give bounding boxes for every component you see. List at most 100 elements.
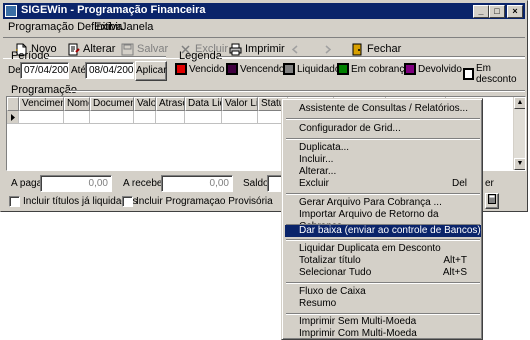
devolvido-swatch bbox=[404, 63, 416, 75]
alterar-label: Alterar bbox=[83, 43, 116, 55]
col-data-liq[interactable]: Data Liq bbox=[185, 97, 222, 111]
incluir-liquidados-label[interactable]: Incluir títulos já liquidados bbox=[23, 196, 138, 207]
incluir-provisoria-checkbox[interactable] bbox=[122, 196, 133, 207]
cell-nome[interactable] bbox=[64, 111, 90, 124]
programacao-divider bbox=[69, 90, 525, 92]
calculator-button[interactable] bbox=[485, 193, 499, 209]
window-title: SIGEWin - Programação Financeira bbox=[21, 4, 206, 16]
menu-item-imprimir-sem-multimoeda[interactable]: Imprimir Sem Multi-Moeda bbox=[285, 316, 481, 328]
menu-item-totalizar[interactable]: Totalizar título Alt+T bbox=[285, 255, 481, 267]
save-icon bbox=[121, 43, 134, 55]
menu-item-dar-baixa[interactable]: Dar baixa (enviar ao controle de Bancos) bbox=[285, 225, 481, 237]
em-cobranca-label: Em cobrança bbox=[351, 63, 410, 75]
periodo-divider bbox=[46, 56, 166, 58]
cell-vencimento[interactable] bbox=[19, 111, 64, 124]
vencendo-label: Vencendo bbox=[240, 63, 285, 75]
devolvido-label: Devolvido bbox=[418, 63, 462, 75]
table-row[interactable] bbox=[7, 111, 288, 124]
menu-item-label: Resumo bbox=[299, 298, 337, 309]
de-label: De bbox=[8, 65, 21, 76]
legenda-divider bbox=[219, 56, 525, 58]
menu-item-label: Imprimir Sem Multi-Moeda bbox=[299, 316, 417, 327]
menu-item-shortcut: Alt+S bbox=[442, 267, 467, 278]
menu-item-label: Dar baixa (enviar ao controle de Bancos) bbox=[299, 225, 481, 236]
close-button[interactable]: × bbox=[507, 5, 523, 18]
menu-item-alterar[interactable]: Alterar... bbox=[285, 166, 481, 178]
arrow-left-icon bbox=[291, 44, 298, 54]
fechar-label: Fechar bbox=[367, 43, 402, 55]
menu-janela[interactable]: Janela bbox=[121, 21, 153, 33]
ate-label: Até bbox=[71, 65, 87, 76]
date-from-input[interactable]: 07/04/2002 bbox=[20, 62, 69, 79]
menu-item-resumo[interactable]: Resumo bbox=[285, 298, 481, 310]
minimize-button[interactable]: _ bbox=[473, 5, 489, 18]
vencido-label: Vencido bbox=[189, 63, 225, 75]
menu-item-importar-retorno[interactable]: Importar Arquivo de Retorno da Cobrança … bbox=[285, 209, 481, 232]
menu-item-gerar-arquivo[interactable]: Gerar Arquivo Para Cobrança ... bbox=[285, 197, 481, 209]
menu-item-assistente[interactable]: Assistente de Consultas / Relatórios... bbox=[285, 103, 481, 115]
programacao-title: Programação bbox=[11, 84, 78, 96]
app-icon bbox=[5, 5, 17, 17]
incluir-liquidados-checkbox[interactable] bbox=[9, 196, 20, 207]
current-row-arrow-icon bbox=[11, 114, 15, 121]
row-indicator bbox=[7, 111, 19, 124]
menu-separator bbox=[286, 138, 480, 140]
menu-item-label: Selecionar Tudo bbox=[299, 267, 372, 278]
menu-item-fluxo-caixa[interactable]: Fluxo de Caixa bbox=[285, 286, 481, 298]
col-valor[interactable]: Valor bbox=[134, 97, 156, 111]
menu-item-incluir[interactable]: Incluir... bbox=[285, 154, 481, 166]
cell-data-liq[interactable] bbox=[185, 111, 222, 124]
menu-item-label: Assistente de Consultas / Relatórios... bbox=[299, 103, 468, 114]
col-vencimento[interactable]: Vencimento bbox=[19, 97, 64, 111]
menu-item-excluir[interactable]: Excluir Del bbox=[285, 178, 481, 190]
menu-item-configurador-grid[interactable]: Configurador de Grid... bbox=[285, 123, 481, 135]
col-documento[interactable]: Documento bbox=[90, 97, 134, 111]
menu-item-selecionar-tudo[interactable]: Selecionar Tudo Alt+S bbox=[285, 267, 481, 279]
menu-item-label: Totalizar título bbox=[299, 255, 361, 266]
grid-vertical-scrollbar[interactable]: ▲ ▼ bbox=[513, 97, 525, 170]
incluir-provisoria-label[interactable]: Incluir Programaçao Provisória bbox=[136, 196, 273, 207]
menu-item-label: Liquidar Duplicata em Desconto bbox=[299, 243, 441, 254]
cell-valor[interactable] bbox=[134, 111, 156, 124]
periodo-title: Período bbox=[11, 50, 50, 62]
grid-corner bbox=[7, 97, 19, 111]
printer-icon bbox=[229, 43, 242, 55]
menu-item-shortcut: Del bbox=[451, 178, 467, 189]
menu-exibir[interactable]: Exibir bbox=[94, 21, 122, 33]
cell-atraso[interactable] bbox=[156, 111, 185, 124]
aplicar-button[interactable]: Aplicar bbox=[135, 61, 167, 81]
em-cobranca-swatch bbox=[337, 63, 349, 75]
title-bar[interactable]: SIGEWin - Programação Financeira _ □ × bbox=[3, 3, 525, 19]
scroll-up-arrow[interactable]: ▲ bbox=[514, 97, 525, 109]
context-menu: Assistente de Consultas / Relatórios... … bbox=[281, 98, 483, 340]
menu-item-label: Incluir... bbox=[299, 154, 334, 165]
menu-separator bbox=[286, 193, 480, 195]
maximize-button[interactable]: □ bbox=[489, 5, 505, 18]
menu-item-label: Duplicata... bbox=[299, 142, 350, 153]
liquidado-swatch bbox=[283, 63, 295, 75]
col-atraso[interactable]: Atraso bbox=[156, 97, 185, 111]
col-valor-liq[interactable]: Valor Liq bbox=[222, 97, 258, 111]
menu-item-label: Imprimir Com Multi-Moeda bbox=[299, 328, 417, 339]
legenda-title: Legenda bbox=[179, 50, 222, 62]
menu-item-label: Configurador de Grid... bbox=[299, 123, 401, 134]
cell-valor-liq[interactable] bbox=[222, 111, 258, 124]
menu-item-liquidar-duplicata[interactable]: Liquidar Duplicata em Desconto bbox=[285, 243, 481, 255]
legend-vencendo: Vencendo bbox=[226, 63, 285, 75]
calculator-icon bbox=[488, 194, 496, 204]
arrow-right-icon bbox=[325, 44, 332, 54]
scroll-down-arrow[interactable]: ▼ bbox=[514, 158, 525, 170]
menu-bar: Programação Definitiva Exibir Janela bbox=[3, 20, 525, 36]
date-to-input[interactable]: 08/04/2002 bbox=[85, 62, 134, 79]
menu-item-label: Gerar Arquivo Para Cobrança ... bbox=[299, 197, 442, 208]
menu-item-label: Alterar... bbox=[299, 166, 337, 177]
menu-item-imprimir-com-multimoeda[interactable]: Imprimir Com Multi-Moeda bbox=[285, 328, 481, 340]
cell-documento[interactable] bbox=[90, 111, 134, 124]
col-nome[interactable]: Nome bbox=[64, 97, 90, 111]
liquidado-label: Liquidado bbox=[297, 63, 341, 75]
a-receber-value: 0,00 bbox=[161, 175, 233, 192]
menu-item-duplicata[interactable]: Duplicata... bbox=[285, 142, 481, 154]
door-exit-icon bbox=[352, 43, 362, 55]
edit-document-icon bbox=[68, 43, 80, 55]
menu-item-label: Fluxo de Caixa bbox=[299, 286, 366, 297]
